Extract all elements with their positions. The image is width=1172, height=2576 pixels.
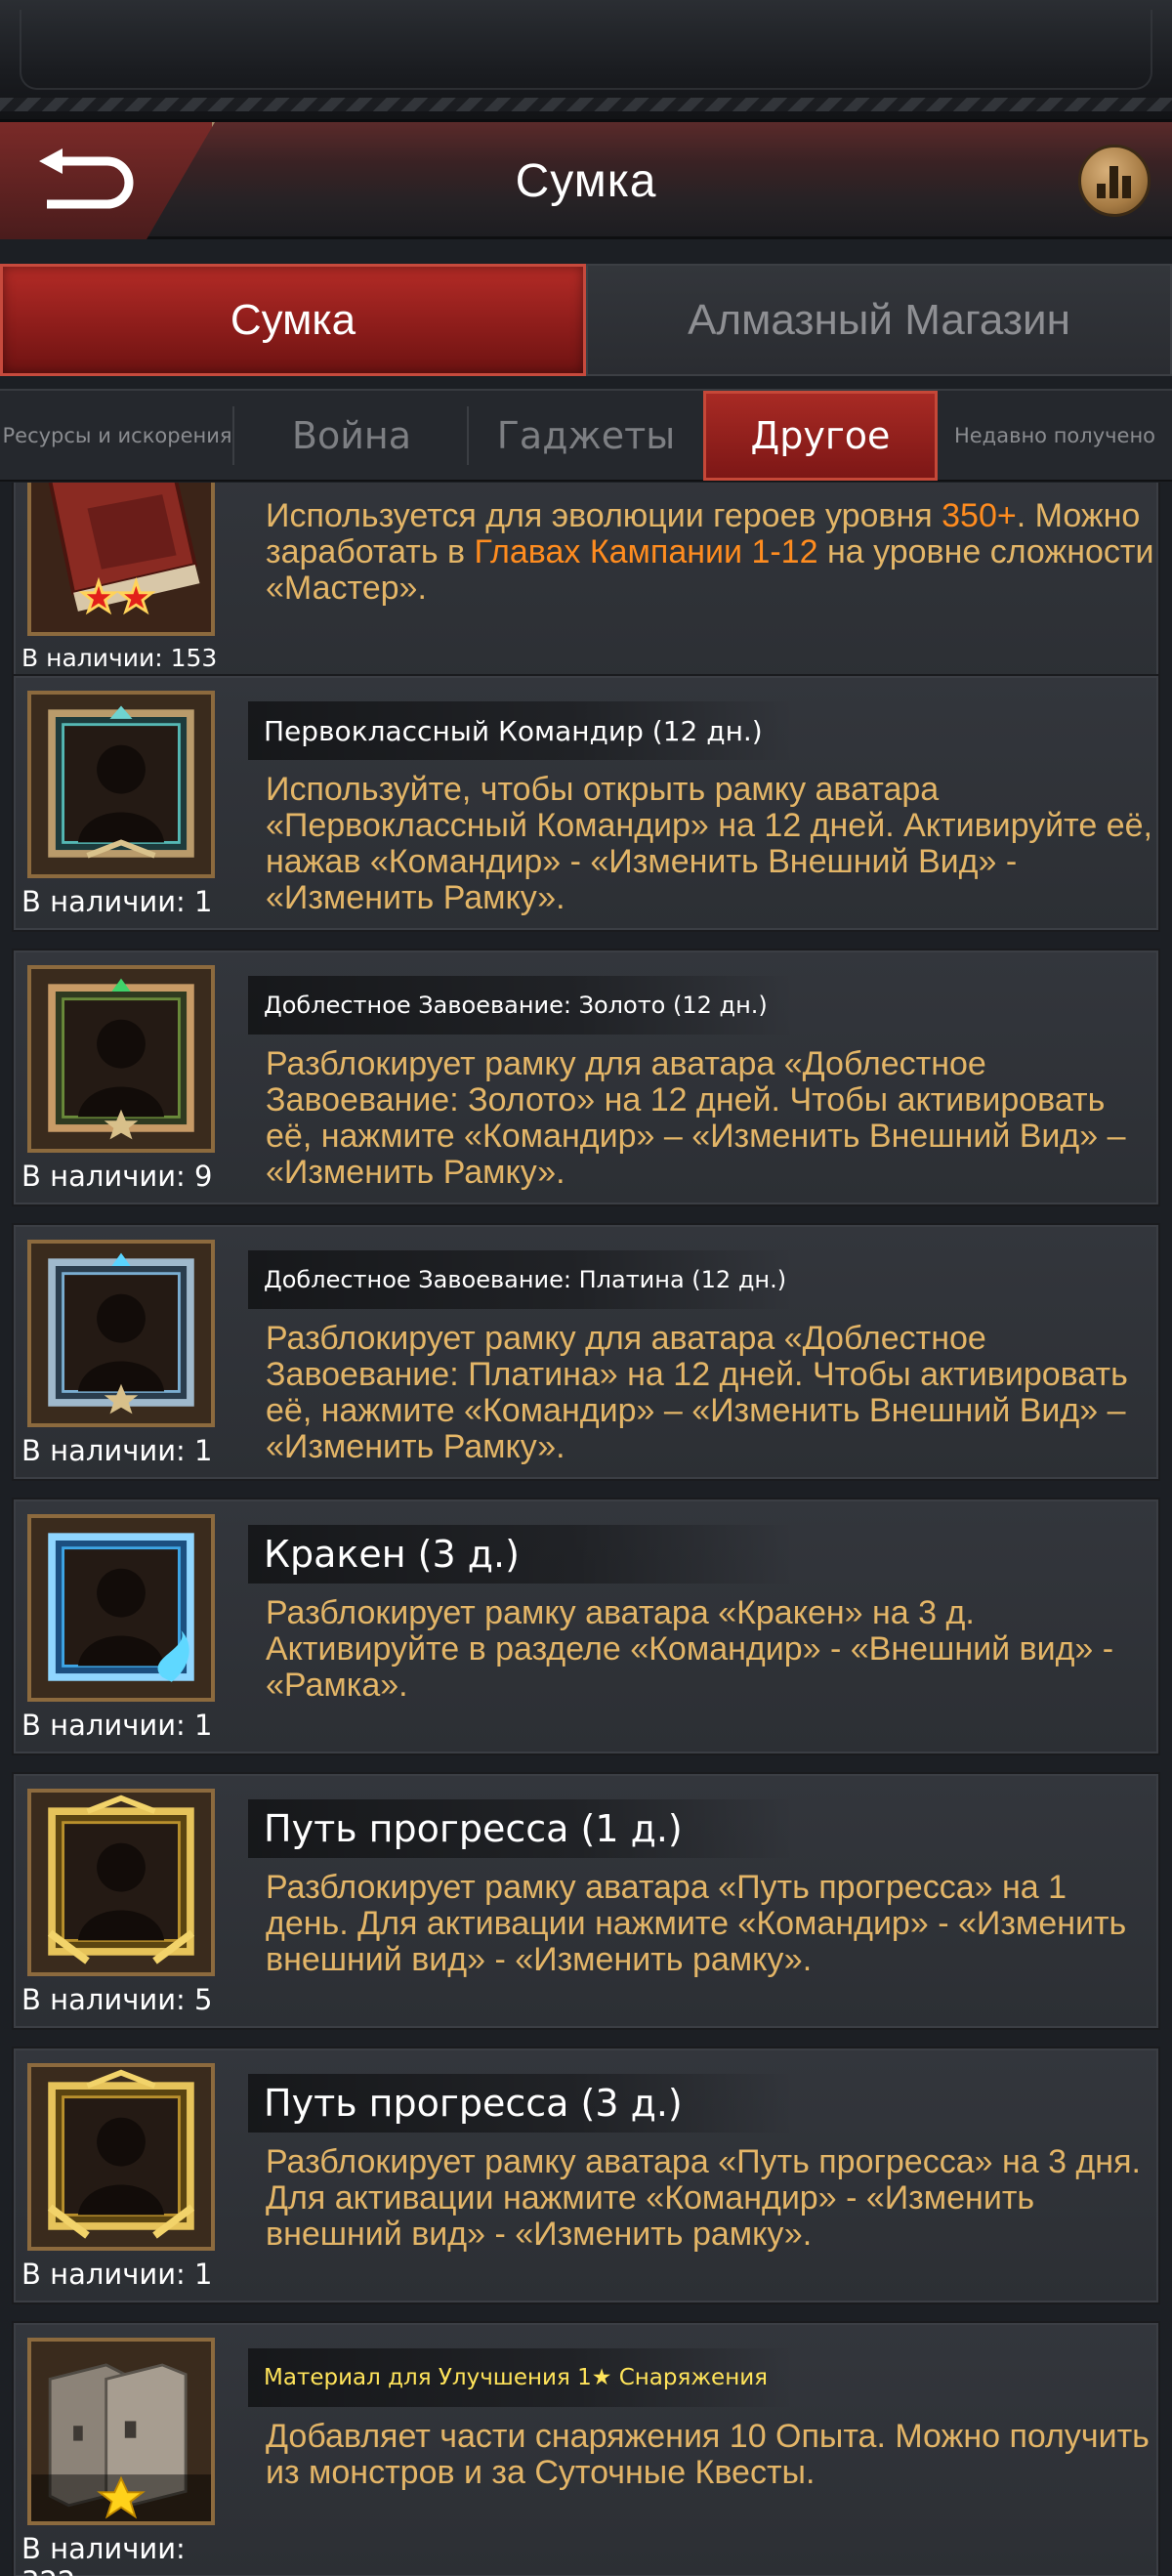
top-frame — [0, 0, 1172, 122]
tab-bag[interactable]: Сумка — [0, 264, 586, 376]
item-title: Доблестное Завоевание: Золото (12 дн.) — [248, 976, 795, 1035]
subtab-other[interactable]: Другое — [703, 390, 938, 481]
avatar-frame-platinum-icon — [31, 1244, 211, 1423]
item-image — [27, 2338, 215, 2525]
subtab-gadgets[interactable]: Гаджеты — [469, 389, 703, 482]
item-description: Разблокирует рамку аватара «Путь прогрес… — [266, 2143, 1141, 2253]
list-item[interactable]: В наличии: 1 Первоклассный Командир (12 … — [12, 674, 1160, 932]
upgrade-material-icon — [31, 2342, 211, 2521]
item-title: Путь прогресса (1 д.) — [248, 1799, 795, 1858]
item-count: В наличии: 1 — [21, 1709, 213, 1742]
item-title: Путь прогресса (3 д.) — [248, 2074, 795, 2133]
stats-button[interactable] — [1078, 145, 1151, 217]
item-description: Добавляет части снаряжения 10 Опыта. Мож… — [266, 2418, 1150, 2491]
list-item[interactable]: В наличии: 153 Используется для эволюции… — [12, 483, 1160, 690]
item-count: В наличии: 1 — [21, 1434, 213, 1467]
item-title: Материал для Улучшения 1★ Снаряжения — [248, 2348, 795, 2407]
item-image — [27, 965, 215, 1153]
tab-diamond-shop[interactable]: Алмазный Магазин — [586, 264, 1172, 376]
item-count: В наличии: 5 — [21, 1983, 213, 2016]
bar-chart-icon — [1097, 166, 1131, 198]
item-image — [27, 483, 215, 636]
list-item[interactable]: В наличии: 322 Материал для Улучшения 1★… — [12, 2321, 1160, 2576]
item-count: В наличии: 1 — [21, 885, 213, 918]
item-list: В наличии: 153 Используется для эволюции… — [0, 483, 1172, 2576]
item-count: В наличии: 9 — [21, 1160, 213, 1193]
page-title: Сумка — [515, 154, 657, 207]
item-title: Первоклассный Командир (12 дн.) — [248, 701, 795, 760]
subtab-resources[interactable]: Ресурсы и искорения — [0, 389, 234, 482]
avatar-frame-progress-icon — [31, 1793, 211, 1972]
item-description: Разблокирует рамку для аватара «Доблестн… — [266, 1320, 1128, 1465]
list-item[interactable]: В наличии: 1 Кракен (3 д.) Разблокирует … — [12, 1498, 1160, 1755]
item-title: Доблестное Завоевание: Платина (12 дн.) — [248, 1250, 795, 1309]
item-description: Используйте, чтобы открыть рамку аватара… — [266, 771, 1152, 916]
item-description: Используется для эволюции героев уровня … — [266, 497, 1154, 607]
item-count: В наличии: 322 — [21, 2532, 186, 2576]
avatar-frame-icon — [31, 695, 211, 874]
subtab-recent[interactable]: Недавно получено — [938, 389, 1172, 482]
item-image — [27, 1514, 215, 1702]
item-description: Разблокирует рамку для аватара «Доблестн… — [266, 1045, 1126, 1191]
avatar-frame-kraken-icon — [31, 1518, 211, 1698]
item-description: Разблокирует рамку аватара «Путь прогрес… — [266, 1869, 1127, 1978]
item-title: Кракен (3 д.) — [248, 1525, 795, 1584]
sub-tabs: Ресурсы и искорения Война Гаджеты Другое… — [0, 389, 1172, 482]
item-image — [27, 1789, 215, 1976]
list-item[interactable]: В наличии: 5 Путь прогресса (1 д.) Разбл… — [12, 1772, 1160, 2030]
item-image — [27, 1240, 215, 1427]
avatar-frame-progress-icon — [31, 2067, 211, 2247]
list-item[interactable]: В наличии: 1 Доблестное Завоевание: Плат… — [12, 1223, 1160, 1481]
item-image — [27, 2063, 215, 2251]
list-item[interactable]: В наличии: 9 Доблестное Завоевание: Золо… — [12, 949, 1160, 1206]
item-description: Разблокирует рамку аватара «Кракен» на 3… — [266, 1594, 1114, 1704]
avatar-frame-gold-icon — [31, 969, 211, 1149]
subtab-war[interactable]: Война — [234, 389, 469, 482]
item-count: В наличии: 1 — [21, 2258, 213, 2291]
list-item[interactable]: В наличии: 1 Путь прогресса (3 д.) Разбл… — [12, 2047, 1160, 2304]
header-bar: Сумка — [0, 122, 1172, 239]
item-count: В наличии: 153 — [21, 644, 218, 672]
evolution-book-icon — [31, 483, 211, 632]
item-image — [27, 691, 215, 878]
main-tabs: Сумка Алмазный Магазин — [0, 264, 1172, 376]
